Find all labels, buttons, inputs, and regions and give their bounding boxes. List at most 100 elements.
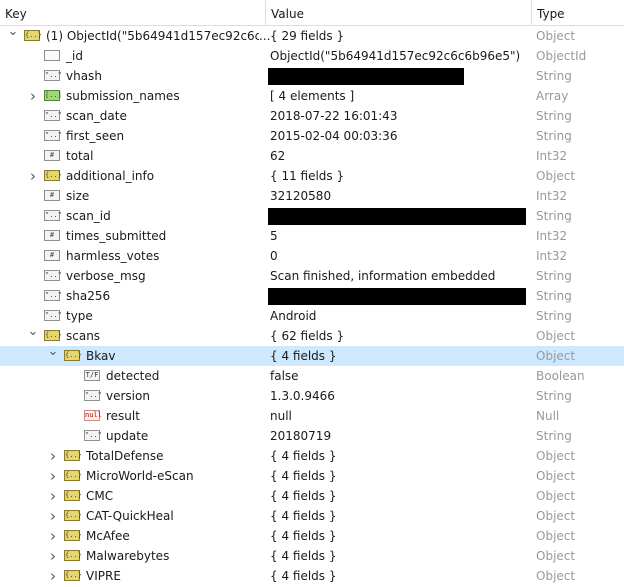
tree-row[interactable]: # total 62 Int32 [0,146,624,166]
chevron-right-icon[interactable]: › [26,86,40,106]
int-icon: # [44,230,60,241]
tree-row[interactable]: T/F detected false Boolean [0,366,624,386]
tree-row[interactable]: ".." sha256 String [0,286,624,306]
int-icon: # [44,150,60,161]
object-icon: {..} [64,450,82,461]
tree-row-value: { 4 fields } [270,449,337,463]
tree-row[interactable]: ⌄ {..} Bkav { 4 fields } Object [0,345,624,366]
string-icon: ".." [84,430,102,441]
tree-row[interactable]: ".." update 20180719 String [0,426,624,446]
redacted-value [268,288,526,305]
tree-row[interactable]: › {..} McAfee { 4 fields } Object [0,526,624,546]
string-icon: ".." [44,290,62,301]
tree-row-key: result [106,409,140,423]
tree-row-value: { 4 fields } [270,509,337,523]
object-icon: {..} [64,490,82,501]
column-header-type[interactable]: Type [532,0,624,26]
tree-row[interactable]: › {..} Malwarebytes { 4 fields } Object [0,546,624,566]
tree-row-type: Object [536,169,576,183]
tree-row-key: McAfee [86,529,130,543]
chevron-right-icon[interactable]: › [46,466,60,486]
redacted-value [268,68,464,85]
tree-row-type: ObjectId [536,49,587,63]
tree-row[interactable]: # harmless_votes 0 Int32 [0,246,624,266]
tree-row-key: CAT-QuickHeal [86,509,174,523]
tree-row-key: total [66,149,94,163]
string-icon: ".." [44,270,62,281]
tree-row-value: 2018-07-22 16:01:43 [270,109,398,123]
tree-row-type: Object [536,509,576,523]
tree-row-value: { 4 fields } [270,529,337,543]
tree-row-type: String [536,269,572,283]
tree-row[interactable]: › {..} CMC { 4 fields } Object [0,486,624,506]
tree-row-value: { 62 fields } [270,329,345,343]
tree-row[interactable]: › {..} CAT-QuickHeal { 4 fields } Object [0,506,624,526]
tree-row[interactable]: › {..} VIPRE { 4 fields } Object [0,566,624,586]
tree-row-key: additional_info [66,169,155,183]
tree-row[interactable]: _id ObjectId("5b64941d157ec92c6c6b96e5") O… [0,46,624,66]
tree-row-value: { 11 fields } [270,169,345,183]
tree-row-key: _id [66,49,83,63]
tree-row-value: { 4 fields } [270,549,337,563]
tree-row[interactable]: ".." verbose_msg Scan finished, informatio… [0,266,624,286]
chevron-right-icon[interactable]: › [26,166,40,186]
tree-row-key: TotalDefense [86,449,164,463]
tree-row-type: Object [536,29,576,43]
tree-row-key: scans [66,329,101,343]
tree-row-key: first_seen [66,129,125,143]
object-icon: {..} [24,30,42,41]
string-icon: ".." [44,210,62,221]
object-icon: {..} [44,170,62,181]
tree-row[interactable]: ".." version 1.3.0.9466 String [0,386,624,406]
int-icon: # [44,190,60,201]
tree-row-type: Object [536,489,576,503]
tree-row-value: 32120580 [270,189,332,203]
chevron-right-icon[interactable]: › [46,566,60,586]
chevron-right-icon[interactable]: › [46,486,60,506]
tree-row[interactable]: ⌄ {..} (1) ObjectId("5b64941d157ec92c6c6b9… [0,25,624,46]
tree-row[interactable]: › {..} MicroWorld-eScan { 4 fields } Object [0,466,624,486]
tree-row-key: scan_id [66,209,111,223]
string-icon: ".." [44,70,62,81]
chevron-right-icon[interactable]: › [46,446,60,466]
tree-row-type: String [536,209,572,223]
chevron-right-icon[interactable]: › [46,526,60,546]
tree-row-value: 62 [270,149,286,163]
column-header-key[interactable]: Key [0,0,266,26]
tree-row[interactable]: ".." scan_id String [0,206,624,226]
tree-row[interactable]: ".." vhash String [0,66,624,86]
tree-row-key: (1) ObjectId("5b64941d157ec92c6c6b96 [46,29,259,43]
tree-row-type: Object [536,469,576,483]
chevron-right-icon[interactable]: › [46,546,60,566]
tree-row-value: { 4 fields } [270,469,337,483]
chevron-down-icon[interactable]: ⌄ [26,325,40,346]
tree-row[interactable]: › [..] submission_names [ 4 elements ] Array [0,86,624,106]
chevron-down-icon[interactable]: ⌄ [6,25,20,46]
tree-row-value: 20180719 [270,429,332,443]
boolean-icon: T/F [84,370,100,381]
object-icon: {..} [64,470,82,481]
tree-row[interactable]: # size 32120580 Int32 [0,186,624,206]
column-header-value[interactable]: Value [266,0,532,26]
tree-row-key: vhash [66,69,102,83]
tree-row-key: detected [106,369,160,383]
tree-row-type: Object [536,569,576,583]
tree-row-value: false [270,369,299,383]
tree-row-type: String [536,69,572,83]
tree-row[interactable]: › {..} TotalDefense { 4 fields } Object [0,446,624,466]
tree-row[interactable]: › {..} additional_info { 11 fields } Object [0,166,624,186]
tree-row[interactable]: ⌄ {..} scans { 62 fields } Object [0,325,624,346]
tree-row-type: Object [536,329,576,343]
tree-row-key: MicroWorld-eScan [86,469,194,483]
column-header: Key Value Type [0,0,624,26]
tree-row[interactable]: null result null Null [0,406,624,426]
tree-row[interactable]: ".." type Android String [0,306,624,326]
tree-row-key: update [106,429,149,443]
tree-row[interactable]: ".." first_seen 2015-02-04 00:03:36 String [0,126,624,146]
chevron-right-icon[interactable]: › [46,506,60,526]
chevron-down-icon[interactable]: ⌄ [46,345,60,366]
tree-row[interactable]: ".." scan_date 2018-07-22 16:01:43 String [0,106,624,126]
tree-row-type: String [536,109,572,123]
tree-row[interactable]: # times_submitted 5 Int32 [0,226,624,246]
tree-row-key: size [66,189,90,203]
